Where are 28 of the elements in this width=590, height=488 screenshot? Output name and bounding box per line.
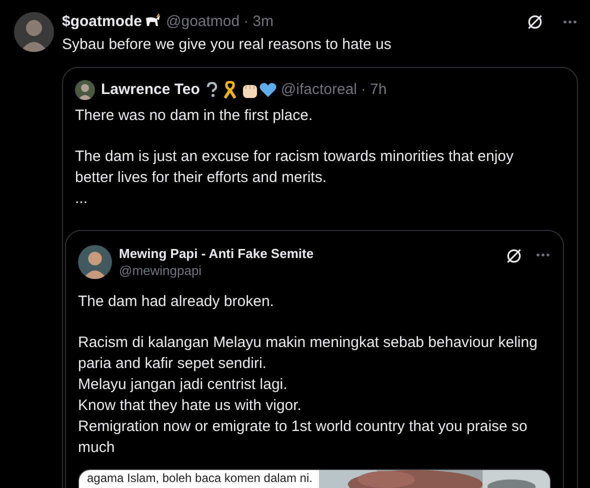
avatar[interactable] (14, 12, 54, 52)
post-text: The dam had already broken. (78, 292, 275, 312)
embedded-post-card[interactable] (65, 230, 564, 488)
display-name[interactable]: $goatmode (62, 10, 142, 34)
avatar[interactable] (75, 80, 95, 100)
display-name[interactable]: Lawrence Teo (101, 78, 200, 102)
question-mark-icon (206, 82, 218, 98)
username[interactable]: @ifactoreal (280, 78, 358, 102)
grok-icon[interactable] (505, 247, 523, 265)
separator-dot: · (361, 80, 366, 100)
display-name[interactable]: Mewing Papi - Anti Fake Semite (119, 245, 314, 262)
post-text: Sybau before we give you real reasons to hate us (62, 35, 392, 55)
screenshot-text: agama Islam, boleh baca komen dalam ni. (87, 471, 314, 486)
username[interactable]: @mewingpapi (119, 262, 314, 279)
heart-icon (258, 82, 277, 98)
timestamp[interactable]: 3m (252, 10, 274, 34)
timestamp[interactable]: 7h (370, 78, 387, 102)
separator-dot: · (244, 12, 249, 32)
quote-text: ... (75, 189, 89, 209)
quote-text: The dam is just an excuse for racism towards minorities that enjoy better lives for their efforts and merits. (75, 147, 515, 188)
post-text: Racism di kalangan Melayu makin meningkat sebab behaviour keling paria and kafir sepet sendiri. Melayu jangan jadi centrist lagi. Know that they hate us with vigor. Remigration now or emigrate to 1st world country that you praise so much (78, 333, 538, 458)
screenshot-image[interactable]: agama Islam, boleh baca komen dalam ni. (79, 470, 319, 488)
ribbon-icon (222, 81, 237, 99)
quote-card[interactable] (62, 67, 578, 488)
quote-text: There was no dam in the first place. (75, 106, 314, 126)
avatar[interactable] (78, 245, 112, 279)
grok-icon[interactable] (526, 13, 544, 31)
username[interactable]: @goatmod (166, 10, 240, 34)
